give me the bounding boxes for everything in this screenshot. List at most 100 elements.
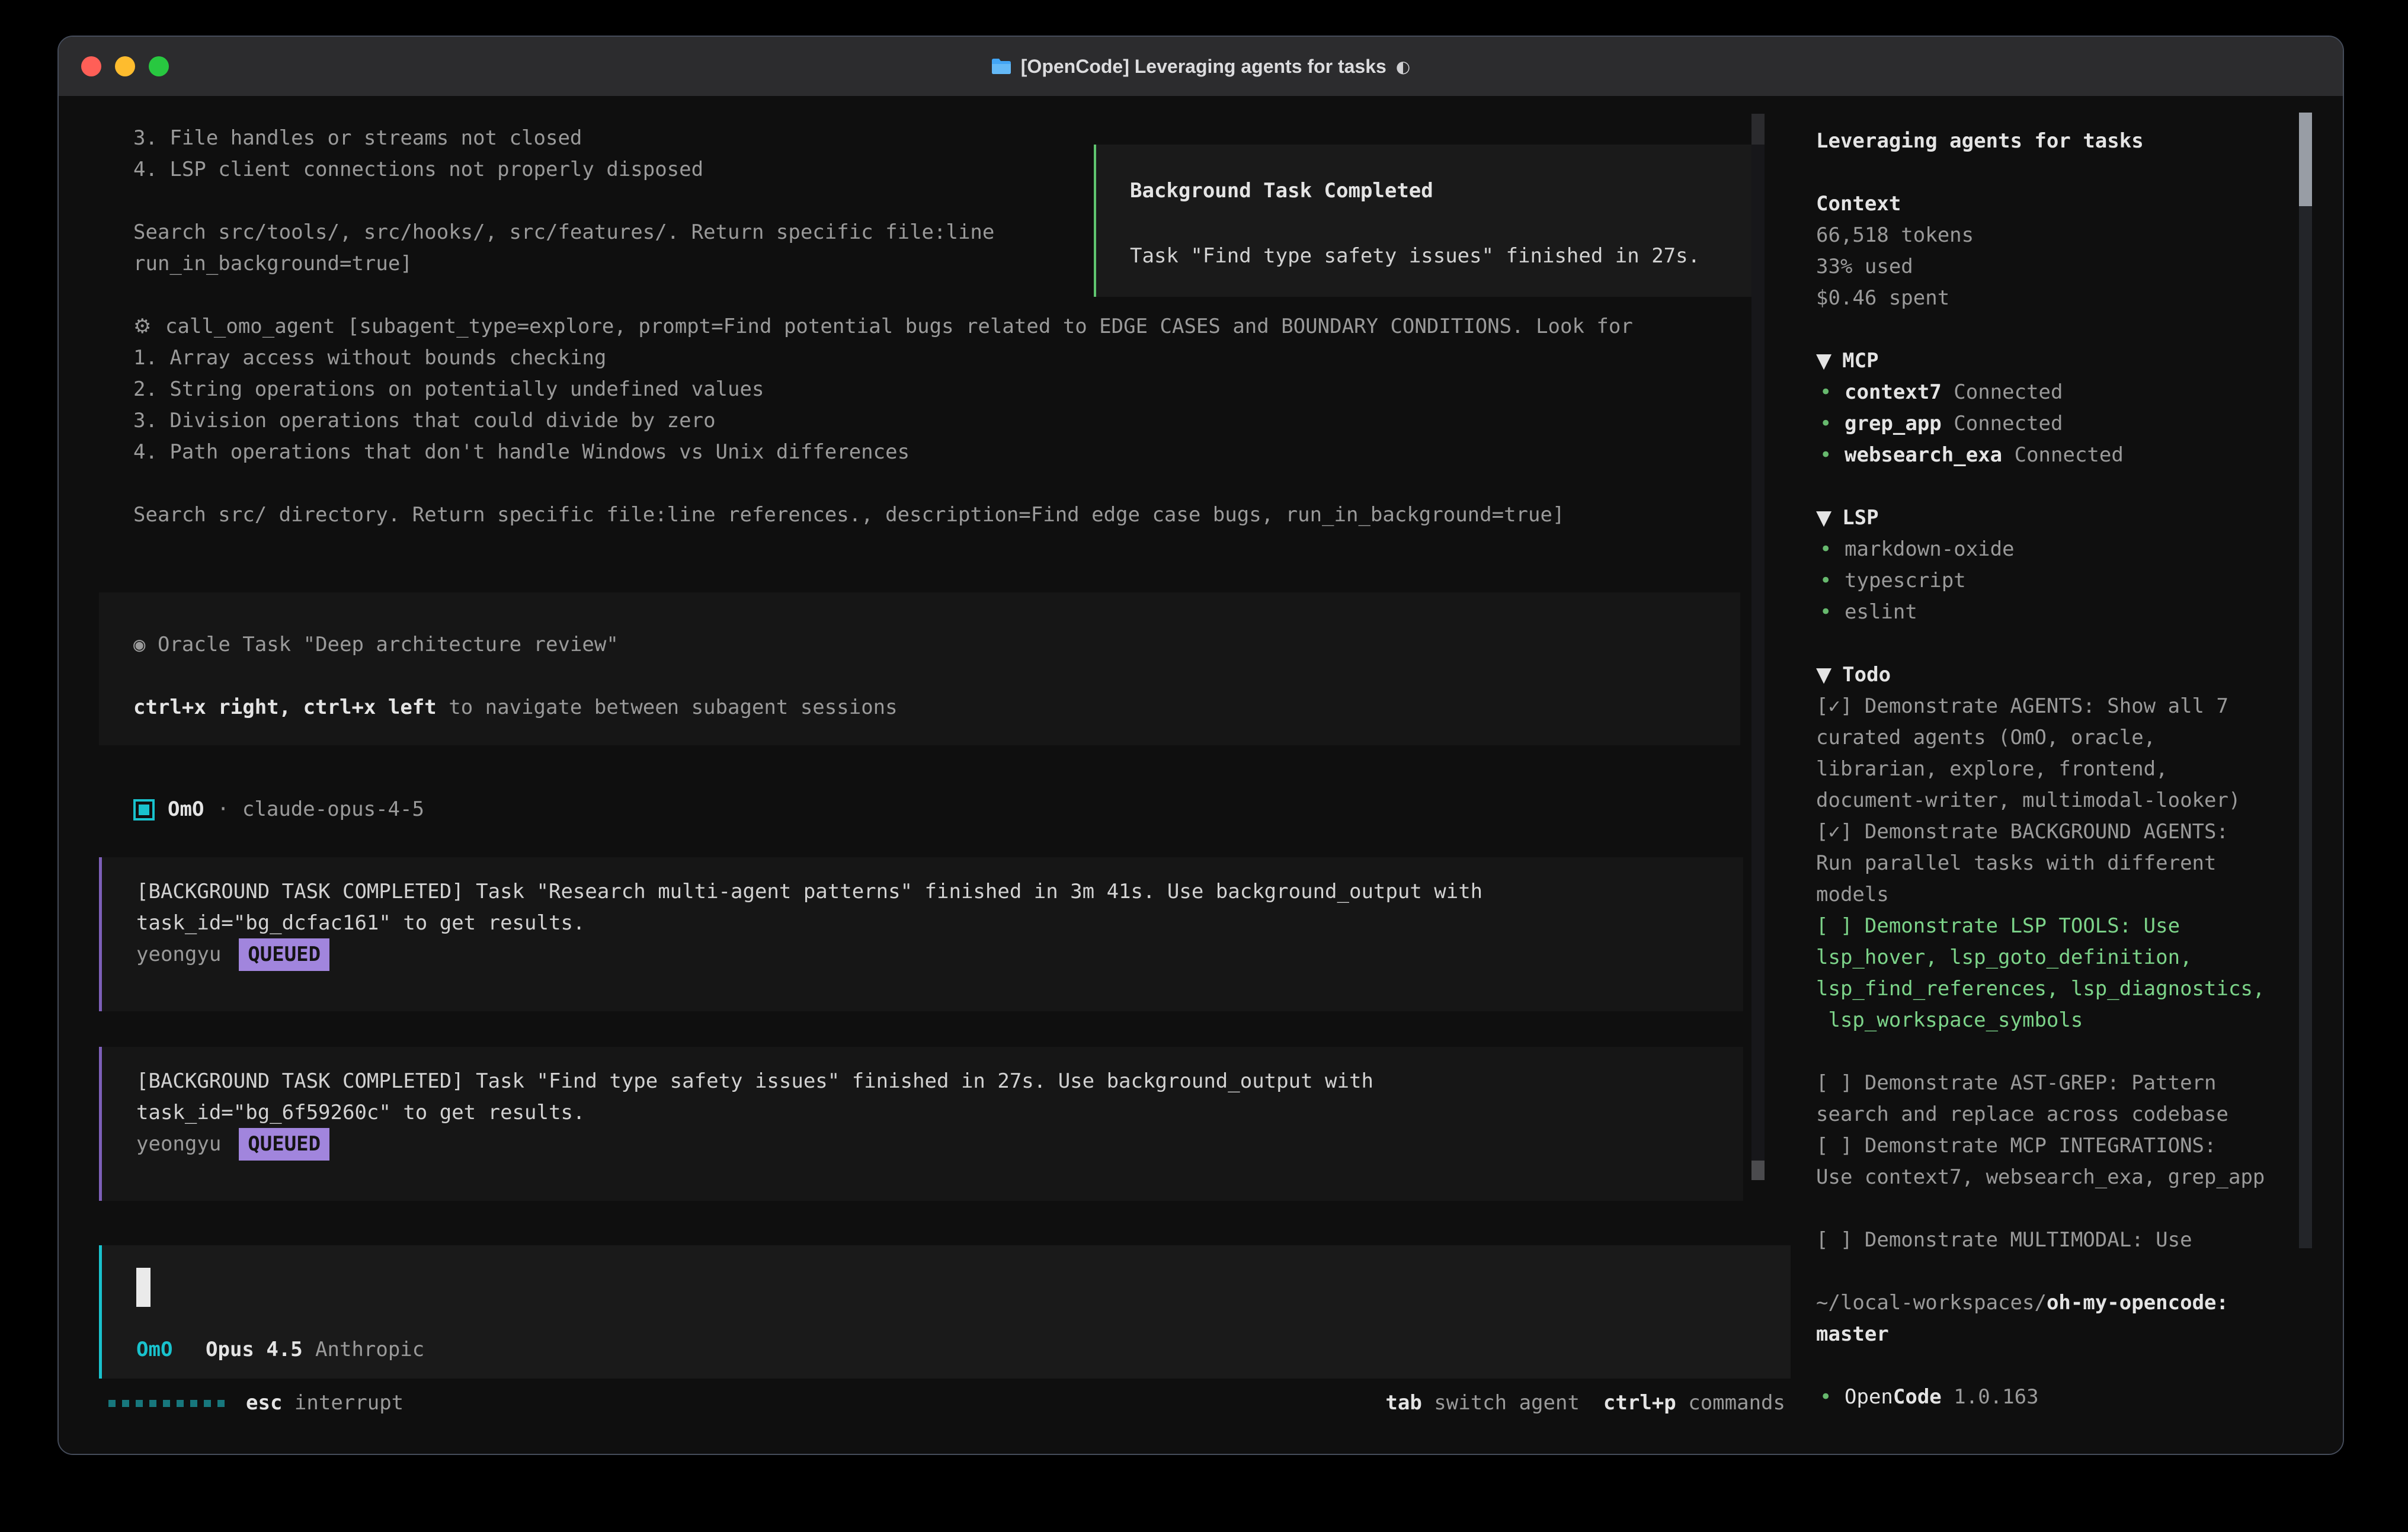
window-title-group: [OpenCode] Leveraging agents for tasks ◐: [991, 56, 1410, 78]
oracle-task-hint: ctrl+x right, ctrl+x left to navigate be…: [133, 692, 898, 723]
lsp-item: •eslint: [1816, 597, 1917, 628]
workspace-path: ~/local-workspaces/oh-my-opencode:: [1816, 1287, 2228, 1319]
todo-line-active: lsp_find_references, lsp_diagnostics,: [1816, 973, 2265, 1005]
chevron-down-icon: ▼: [1816, 345, 1831, 377]
oracle-task-title: ◉ Oracle Task "Deep architecture review": [133, 629, 619, 661]
chevron-down-icon: ▼: [1816, 502, 1831, 534]
tool-call-line: call_omo_agent [subagent_type=explore, p…: [165, 311, 1633, 342]
mcp-item: •context7 Connected: [1816, 377, 2063, 408]
log-line: Search src/tools/, src/hooks/, src/featu…: [133, 217, 994, 248]
todo-line-done: [✓] Demonstrate BACKGROUND AGENTS:: [1816, 816, 2228, 848]
title-spinner-icon: ◐: [1396, 57, 1410, 76]
context-used: 33% used: [1816, 251, 1913, 283]
app-window: [OpenCode] Leveraging agents for tasks ◐…: [57, 36, 2344, 1455]
context-spent: $0.46 spent: [1816, 283, 1949, 314]
status-bar-left: esc interrupt: [108, 1387, 404, 1419]
todo-line-active: lsp_hover, lsp_goto_definition,: [1816, 942, 2192, 973]
sidebar-session-title: Leveraging agents for tasks: [1816, 126, 2144, 157]
record-icon: ◉: [133, 633, 145, 656]
main-scrollbar-top-thumb[interactable]: [1751, 114, 1765, 145]
todo-line-active: [ ] Demonstrate LSP TOOLS: Use: [1816, 911, 2180, 942]
main-scrollbar[interactable]: [1751, 114, 1765, 1180]
status-dot-icon: •: [1820, 1382, 1831, 1413]
sidebar-scrollbar-thumb[interactable]: [2299, 113, 2312, 206]
status-dot-icon: •: [1820, 534, 1831, 565]
input-agent-label: OmO: [136, 1334, 172, 1366]
lsp-item: •typescript: [1816, 565, 1966, 597]
main-scrollbar-thumb[interactable]: [1751, 1161, 1765, 1180]
context-heading: Context: [1816, 188, 1901, 220]
lsp-item: •markdown-oxide: [1816, 534, 2015, 565]
todo-line-done: librarian, explore, frontend,: [1816, 754, 2168, 785]
mcp-item: •websearch_exa Connected: [1816, 440, 2124, 471]
title-bar: [OpenCode] Leveraging agents for tasks ◐: [59, 37, 2343, 97]
message-line: task_id="bg_dcfac161" to get results.: [136, 908, 585, 939]
notification-title: Background Task Completed: [1130, 175, 1433, 207]
status-badge: QUEUED: [239, 1128, 329, 1161]
todo-line-pending: Use context7, websearch_exa, grep_app: [1816, 1162, 2265, 1193]
omo-agent-icon: [133, 799, 155, 821]
window-title: [OpenCode] Leveraging agents for tasks: [1021, 56, 1386, 78]
message-author: yeongyu: [136, 939, 221, 970]
separator-dot: ·: [217, 794, 229, 825]
tool-call-item: 4. Path operations that don't handle Win…: [133, 437, 910, 468]
chevron-down-icon: ▼: [1816, 659, 1831, 691]
status-dot-icon: •: [1820, 408, 1831, 440]
todo-line-pending: [ ] Demonstrate MCP INTEGRATIONS:: [1816, 1130, 2217, 1162]
workspace-branch: master: [1816, 1319, 1889, 1350]
sidebar-scrollbar[interactable]: [2299, 113, 2312, 1248]
log-line: 4. LSP client connections not properly d…: [133, 154, 703, 185]
todo-line-done: Run parallel tasks with different: [1816, 848, 2217, 879]
agent-header: OmO · claude-opus-4-5: [133, 794, 424, 825]
status-bar-right: tab switch agent ctrl+p commands: [1385, 1387, 1785, 1419]
toast-notification: Background Task Completed Task "Find typ…: [1094, 145, 1762, 297]
tool-call-footer: Search src/ directory. Return specific f…: [133, 499, 1564, 531]
prompt-input[interactable]: OmO Opus 4.5 Anthropic: [99, 1245, 1791, 1379]
agent-model: claude-opus-4-5: [242, 794, 424, 825]
agent-name: OmO: [168, 794, 204, 825]
todo-line-active: lsp_workspace_symbols: [1816, 1005, 2083, 1036]
message-line: task_id="bg_6f59260c" to get results.: [136, 1097, 585, 1129]
commands-hint: ctrl+p commands: [1603, 1387, 1785, 1419]
tool-call-item: 3. Division operations that could divide…: [133, 405, 716, 437]
oracle-task-box: ◉ Oracle Task "Deep architecture review"…: [99, 592, 1740, 745]
message-meta: yeongyu QUEUED: [136, 939, 329, 970]
status-dot-icon: •: [1820, 440, 1831, 471]
status-dot-icon: •: [1820, 597, 1831, 628]
spinner-dots-icon: [108, 1400, 225, 1407]
todo-line-done: models: [1816, 879, 1889, 911]
tool-call-item: 2. String operations on potentially unde…: [133, 374, 764, 405]
folder-icon: [991, 58, 1011, 75]
shortcut-keys: ctrl+x right, ctrl+x left: [133, 696, 437, 719]
log-line: run_in_background=true]: [133, 248, 412, 280]
log-line: 3. File handles or streams not closed: [133, 123, 582, 154]
status-dot-icon: •: [1820, 565, 1831, 597]
todo-line-pending: [ ] Demonstrate MULTIMODAL: Use: [1816, 1225, 2192, 1256]
status-badge: QUEUED: [239, 938, 329, 971]
content-area: 3. File handles or streams not closed 4.…: [59, 96, 2343, 1454]
input-provider-label: Anthropic: [315, 1334, 424, 1366]
message-line: [BACKGROUND TASK COMPLETED] Task "Resear…: [136, 876, 1482, 908]
todo-line-done: curated agents (OmO, oracle,: [1816, 722, 2156, 754]
text-cursor: [136, 1268, 150, 1307]
message-block: [BACKGROUND TASK COMPLETED] Task "Find t…: [99, 1047, 1743, 1201]
mcp-item: •grep_app Connected: [1816, 408, 2063, 440]
todo-line-pending: [ ] Demonstrate AST-GREP: Pattern: [1816, 1068, 2217, 1099]
message-block: [BACKGROUND TASK COMPLETED] Task "Resear…: [99, 857, 1743, 1011]
context-tokens: 66,518 tokens: [1816, 220, 1974, 251]
tool-call-item: 1. Array access without bounds checking: [133, 342, 606, 374]
traffic-lights: [81, 56, 169, 76]
todo-line-done: [✓] Demonstrate AGENTS: Show all 7: [1816, 691, 2228, 722]
tab-hint: tab switch agent: [1385, 1387, 1580, 1419]
esc-hint: esc interrupt: [246, 1387, 404, 1419]
message-line: [BACKGROUND TASK COMPLETED] Task "Find t…: [136, 1066, 1373, 1097]
message-author: yeongyu: [136, 1129, 221, 1160]
zoom-button[interactable]: [149, 56, 169, 76]
todo-section-header: ▼Todo: [1816, 659, 1891, 691]
todo-line-pending: search and replace across codebase: [1816, 1099, 2228, 1130]
notification-body: Task "Find type safety issues" finished …: [1130, 241, 1700, 272]
minimize-button[interactable]: [115, 56, 135, 76]
todo-line-done: document-writer, multimodal-looker): [1816, 785, 2240, 816]
close-button[interactable]: [81, 56, 101, 76]
gear-icon: ⚙: [133, 311, 151, 342]
